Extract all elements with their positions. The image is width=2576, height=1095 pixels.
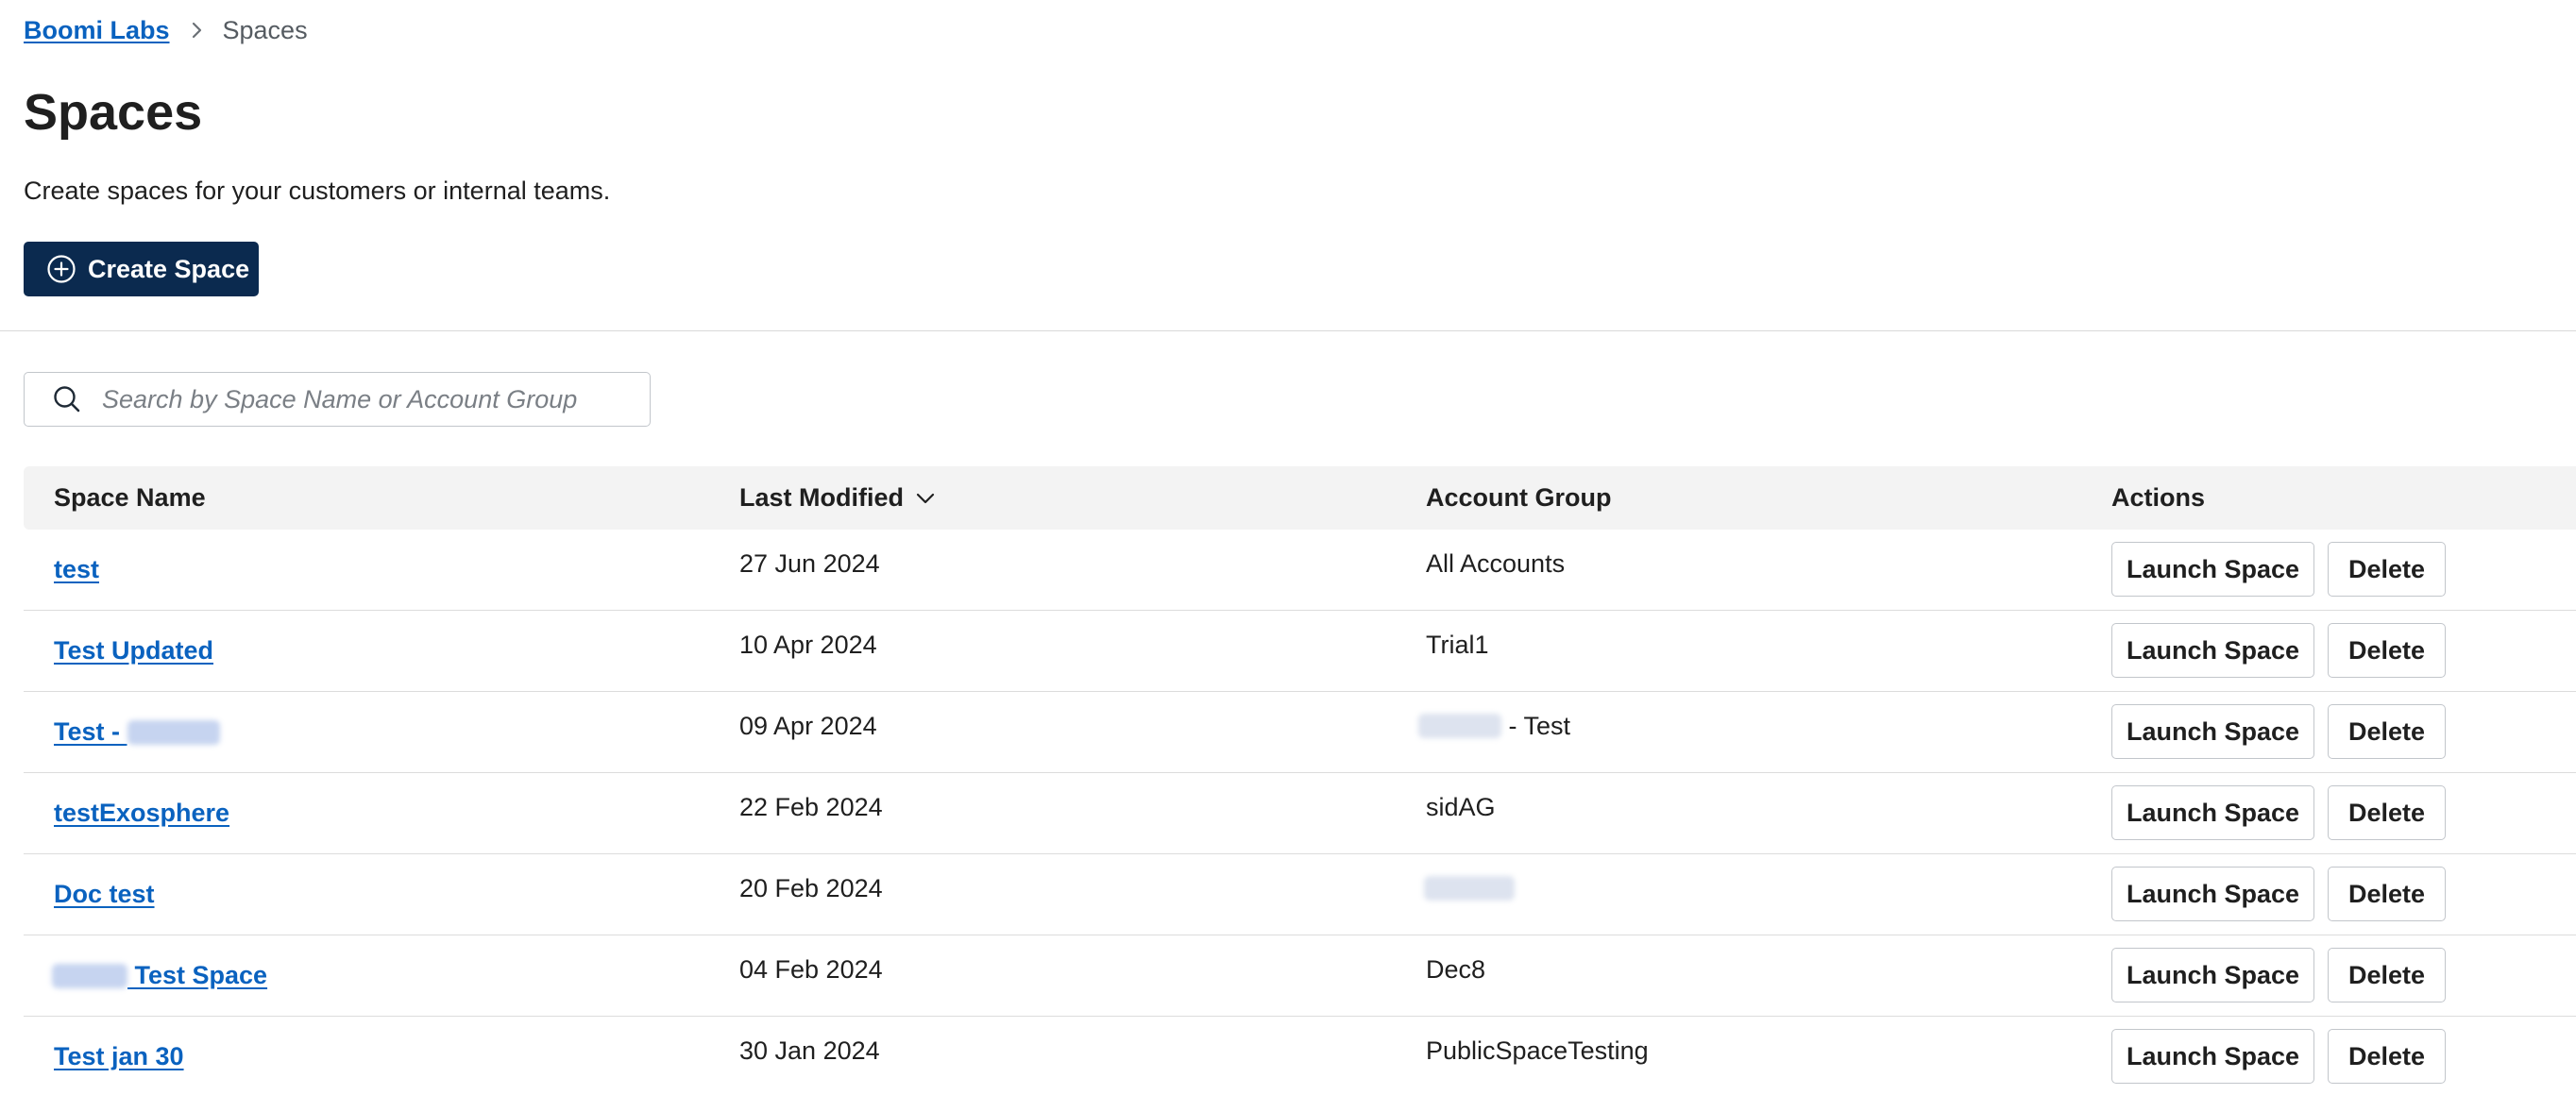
breadcrumb-current: Spaces: [222, 15, 308, 44]
chevron-right-icon: [183, 17, 210, 43]
breadcrumb-link-boomi-labs[interactable]: Boomi Labs: [24, 16, 170, 45]
search-icon: [51, 383, 83, 415]
account-group-cell: [1424, 849, 1515, 928]
delete-button[interactable]: Delete: [2328, 867, 2446, 921]
table-row: Test jan 30 30 Jan 2024 PublicSpaceTesti…: [24, 1017, 2576, 1095]
spaces-page: Boomi Labs Spaces Spaces Create spaces f…: [0, 0, 2576, 1095]
column-header-label: Space Name: [54, 483, 206, 512]
space-name-link[interactable]: Doc test: [54, 880, 155, 909]
account-group-cell: Dec8: [1426, 954, 1486, 984]
column-header-space-name[interactable]: Space Name: [54, 466, 206, 530]
table-row: Test Space 04 Feb 2024 Dec8 Launch Space…: [24, 935, 2576, 1017]
space-name-text: Test Space: [127, 960, 268, 989]
space-name-link[interactable]: testExosphere: [54, 799, 229, 828]
launch-space-button[interactable]: Launch Space: [2111, 623, 2314, 678]
space-name-text: Test -: [54, 716, 127, 746]
column-header-actions: Actions: [2111, 466, 2205, 530]
delete-button[interactable]: Delete: [2328, 623, 2446, 678]
launch-space-button[interactable]: Launch Space: [2111, 1029, 2314, 1084]
account-group-cell: sidAG: [1426, 792, 1496, 821]
breadcrumb: Boomi Labs Spaces: [24, 13, 308, 47]
last-modified-cell: 09 Apr 2024: [739, 711, 877, 740]
table-row: Doc test 20 Feb 2024 Launch Space Delete: [24, 854, 2576, 935]
search-input[interactable]: [100, 383, 650, 415]
table-row: Test Updated 10 Apr 2024 Trial1 Launch S…: [24, 611, 2576, 692]
launch-space-button[interactable]: Launch Space: [2111, 542, 2314, 597]
space-name-link[interactable]: test: [54, 555, 99, 584]
table-row: testExosphere 22 Feb 2024 sidAG Launch S…: [24, 773, 2576, 854]
launch-space-button[interactable]: Launch Space: [2111, 867, 2314, 921]
redacted-text: [52, 964, 127, 989]
delete-button[interactable]: Delete: [2328, 1029, 2446, 1084]
search-field[interactable]: [24, 372, 651, 427]
table-body: test 27 Jun 2024 All Accounts Launch Spa…: [24, 530, 2576, 1095]
account-group-cell: PublicSpaceTesting: [1426, 1036, 1649, 1065]
plus-circle-icon: [46, 254, 76, 284]
create-space-label: Create Space: [88, 254, 250, 283]
delete-button[interactable]: Delete: [2328, 785, 2446, 840]
space-name-link[interactable]: Test Updated: [54, 636, 213, 665]
delete-button[interactable]: Delete: [2328, 704, 2446, 759]
last-modified-cell: 10 Apr 2024: [739, 630, 877, 659]
space-name-link[interactable]: Test Space: [52, 960, 268, 990]
page-title: Spaces: [24, 84, 203, 141]
last-modified-cell: 20 Feb 2024: [739, 873, 883, 902]
account-group-cell: All Accounts: [1426, 548, 1566, 578]
launch-space-button[interactable]: Launch Space: [2111, 948, 2314, 1002]
spaces-table: Space Name Last Modified Account Group A…: [24, 466, 2576, 1095]
last-modified-cell: 30 Jan 2024: [739, 1036, 880, 1065]
space-name-link[interactable]: Test -: [54, 717, 220, 747]
redacted-text: [1418, 714, 1501, 738]
delete-button[interactable]: Delete: [2328, 948, 2446, 1002]
column-header-last-modified[interactable]: Last Modified: [739, 466, 938, 530]
account-group-cell: - Test: [1418, 686, 1571, 766]
account-group-text: - Test: [1501, 711, 1571, 740]
last-modified-cell: 22 Feb 2024: [739, 792, 883, 821]
redacted-text: [127, 720, 220, 746]
last-modified-cell: 27 Jun 2024: [739, 548, 880, 578]
page-subtitle: Create spaces for your customers or inte…: [24, 177, 611, 205]
create-space-button[interactable]: Create Space: [24, 242, 259, 296]
section-divider: [0, 330, 2576, 331]
account-group-cell: Trial1: [1426, 630, 1489, 659]
chevron-down-icon: [913, 486, 938, 511]
table-row: test 27 Jun 2024 All Accounts Launch Spa…: [24, 530, 2576, 611]
launch-space-button[interactable]: Launch Space: [2111, 704, 2314, 759]
table-row: Test - 09 Apr 2024 - Test Launch Space D…: [24, 692, 2576, 773]
table-header: Space Name Last Modified Account Group A…: [24, 466, 2576, 530]
launch-space-button[interactable]: Launch Space: [2111, 785, 2314, 840]
column-header-account-group[interactable]: Account Group: [1426, 466, 1612, 530]
column-header-label: Account Group: [1426, 483, 1612, 512]
column-header-label: Actions: [2111, 483, 2206, 512]
delete-button[interactable]: Delete: [2328, 542, 2446, 597]
last-modified-cell: 04 Feb 2024: [739, 954, 883, 984]
space-name-link[interactable]: Test jan 30: [54, 1042, 184, 1071]
redacted-text: [1424, 876, 1515, 901]
column-header-label: Last Modified: [739, 483, 904, 512]
